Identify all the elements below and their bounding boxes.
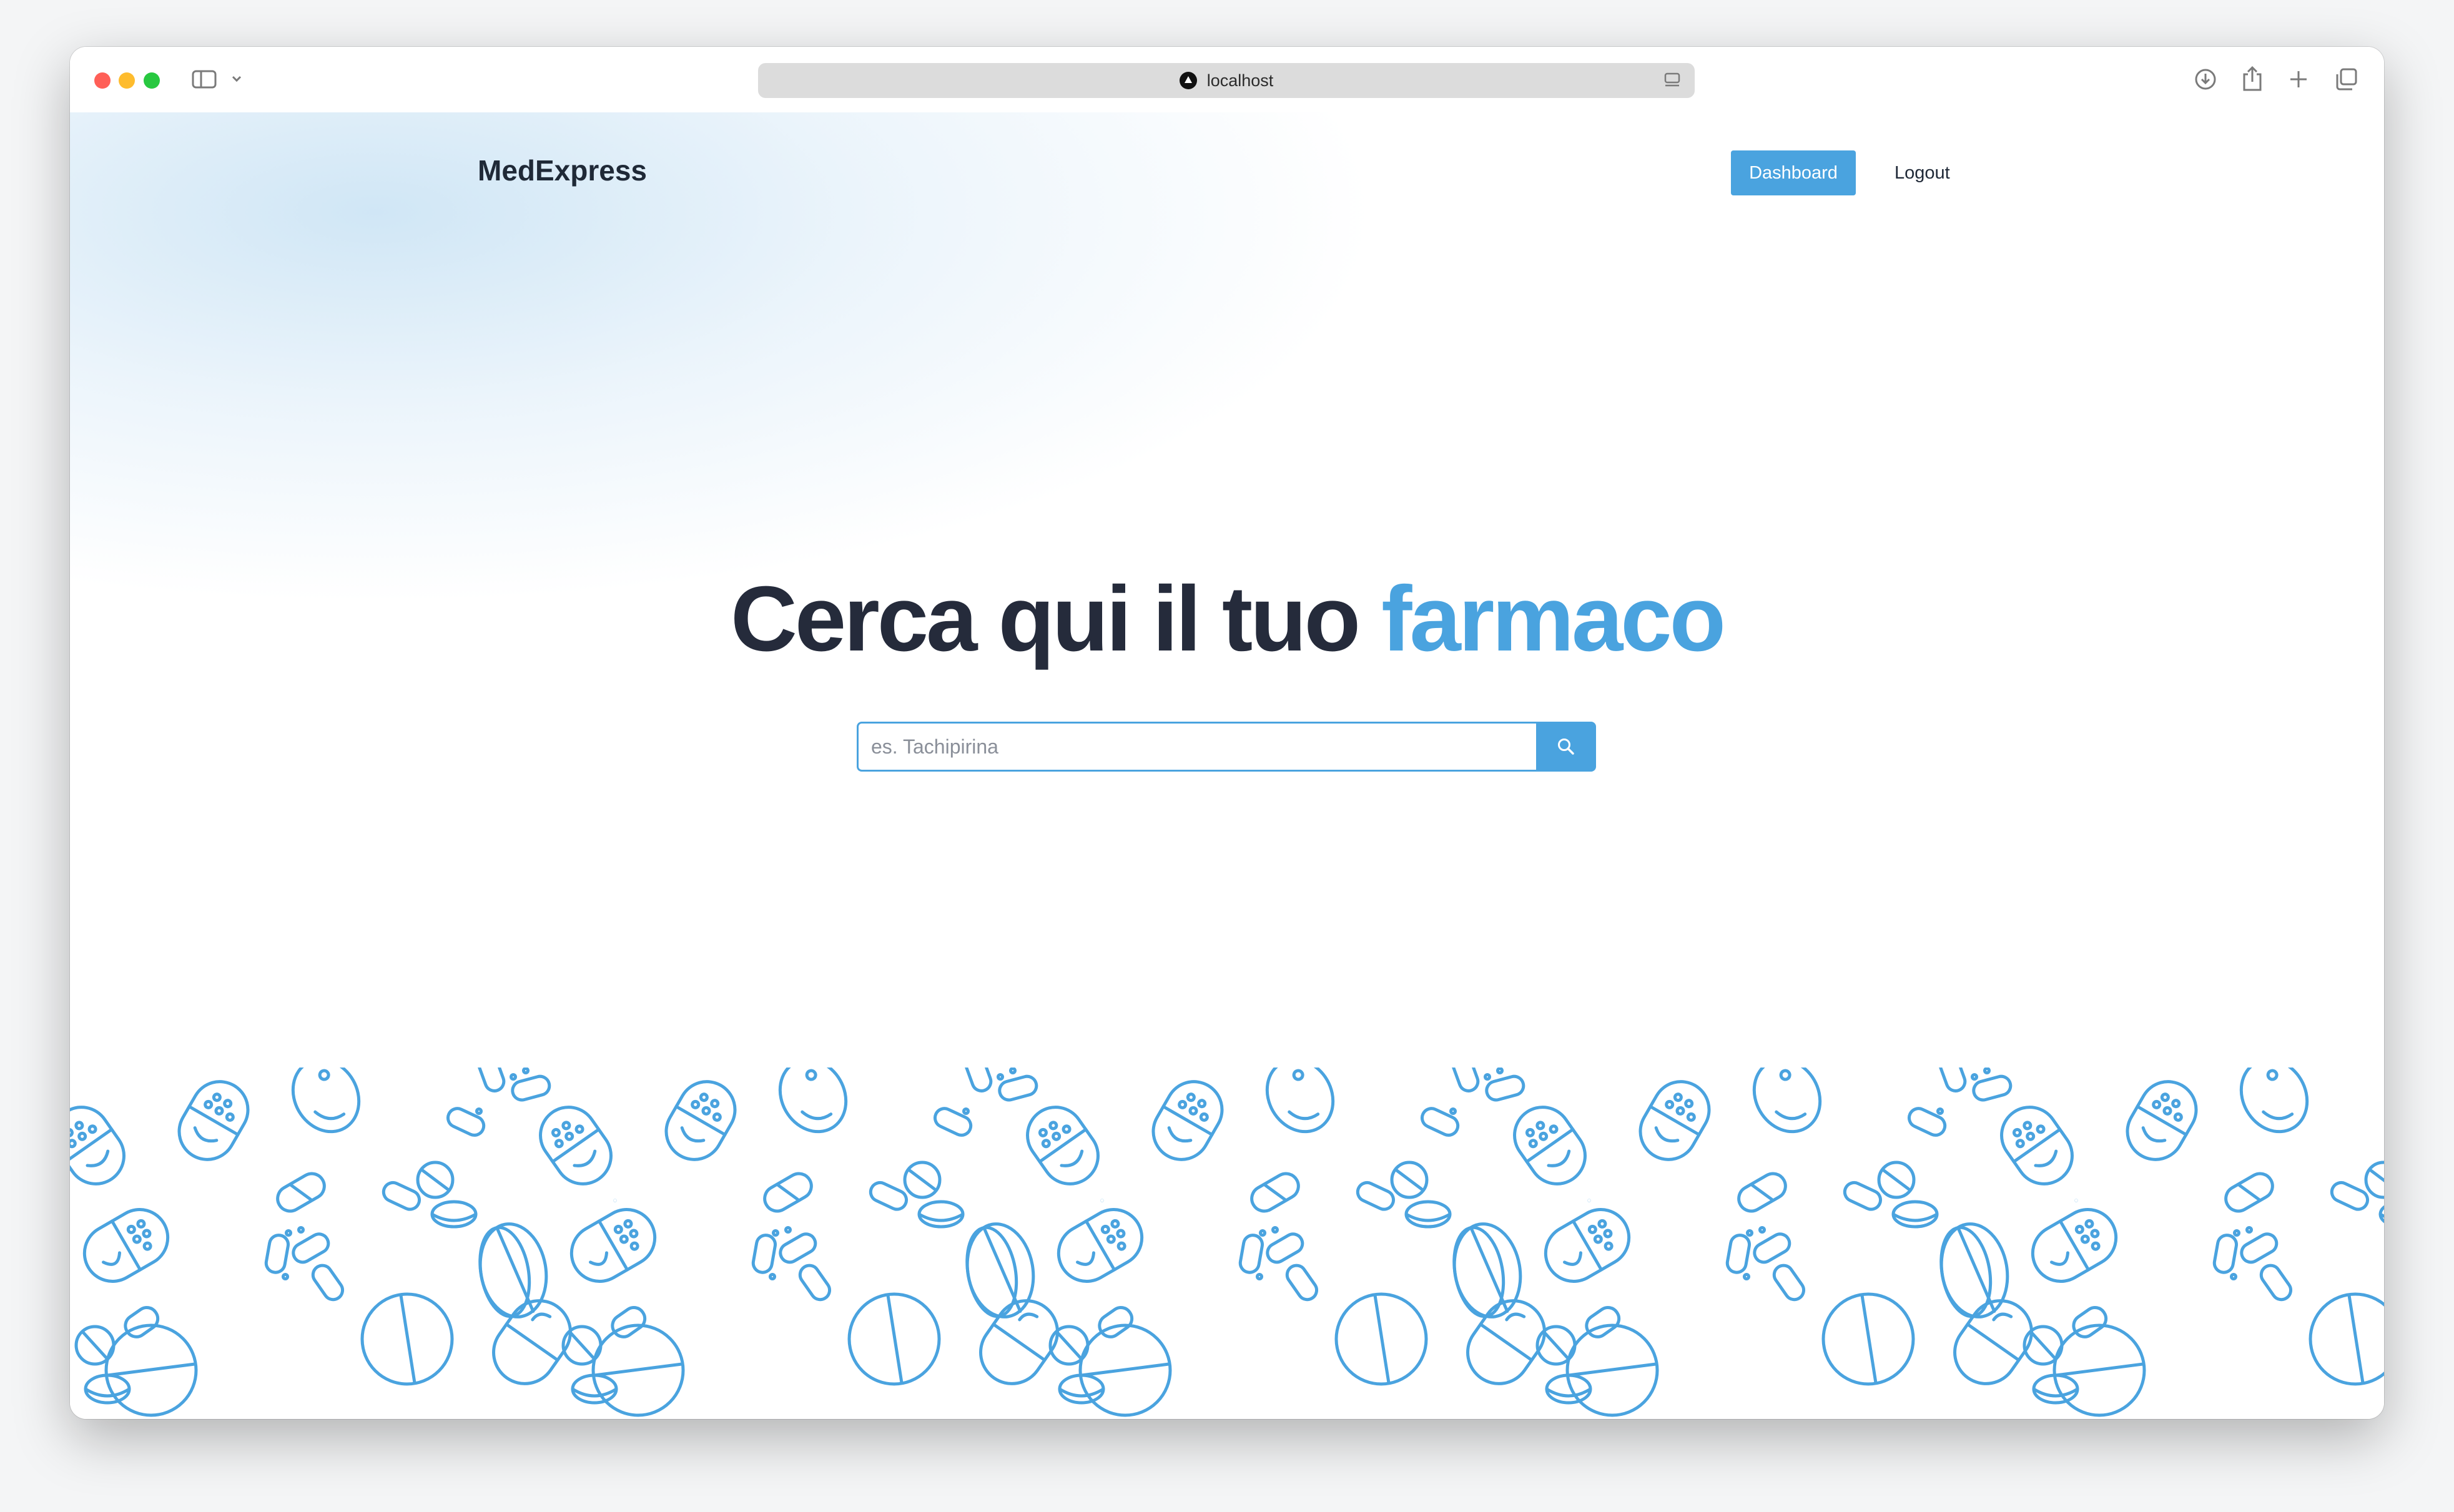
hero-title-main: Cerca qui il tuo — [731, 567, 1382, 670]
pills-pattern-tile — [1017, 1068, 1589, 1415]
share-icon[interactable] — [2242, 66, 2263, 92]
download-icon[interactable] — [2194, 68, 2217, 91]
hero-title: Cerca qui il tuo farmaco — [70, 573, 2384, 665]
tabs-icon[interactable] — [2334, 67, 2358, 91]
chevron-down-icon[interactable] — [231, 74, 242, 83]
search-form — [857, 722, 1596, 772]
logout-button[interactable]: Logout — [1895, 150, 1950, 195]
pills-pattern-tile — [70, 1068, 615, 1415]
search-input[interactable] — [857, 722, 1536, 772]
minimize-window-button[interactable] — [119, 72, 135, 89]
address-bar[interactable]: localhost — [758, 63, 1695, 98]
hero-title-accent: farmaco — [1381, 567, 1726, 670]
pills-pattern-tile — [530, 1068, 1102, 1415]
sidebar-icon[interactable] — [192, 69, 217, 89]
url-text: localhost — [1206, 71, 1274, 90]
close-window-button[interactable] — [94, 72, 111, 89]
page-content: MedExpress Dashboard Logout Cerca qui il… — [70, 112, 2384, 1419]
site-favicon-icon — [1179, 72, 1197, 89]
pills-pattern-tile — [1504, 1068, 2076, 1415]
reader-icon[interactable] — [1663, 72, 1681, 89]
browser-window: localhost MedExpress Dashboard Logout Ce… — [70, 47, 2384, 1419]
dashboard-button[interactable]: Dashboard — [1731, 150, 1856, 195]
search-button[interactable] — [1536, 722, 1596, 772]
pills-illustration — [70, 1068, 2384, 1419]
pills-pattern-tile — [1991, 1068, 2384, 1415]
plus-icon[interactable] — [2289, 69, 2309, 89]
background-glow — [70, 112, 1381, 606]
browser-toolbar: localhost — [70, 47, 2384, 113]
brand-logo[interactable]: MedExpress — [478, 154, 647, 187]
search-icon — [1558, 739, 1574, 755]
zoom-window-button[interactable] — [144, 72, 160, 89]
